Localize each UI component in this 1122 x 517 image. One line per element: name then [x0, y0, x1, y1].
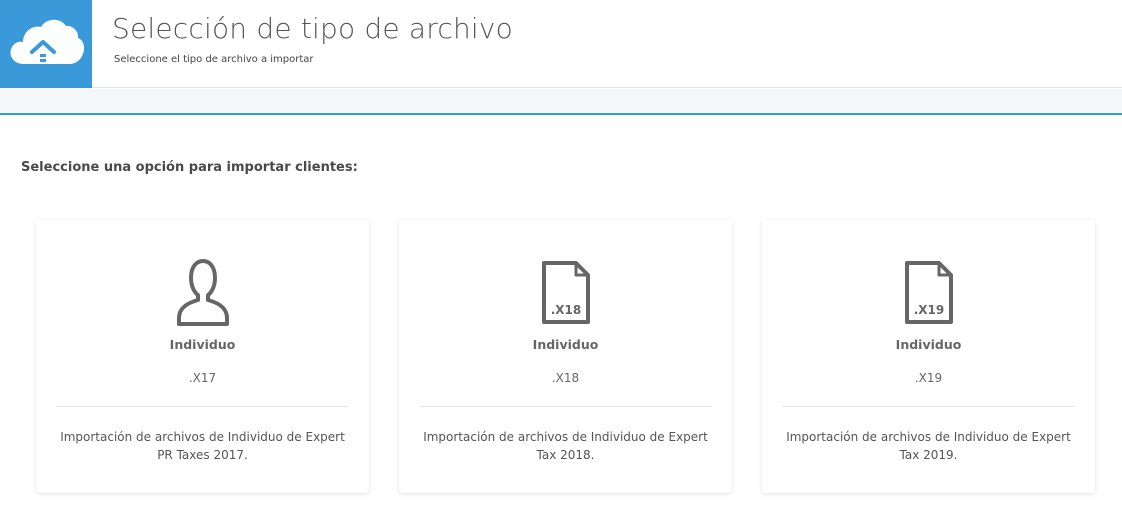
file-icon-label: .X19: [913, 303, 944, 317]
person-icon: [176, 259, 229, 326]
card-description: Importación de archivos de Individuo de …: [786, 430, 1071, 462]
card-title: Individuo: [895, 337, 962, 352]
cloud-upload-icon: [10, 19, 85, 64]
app-logo: [0, 0, 92, 88]
page-subtitle: Seleccione el tipo de archivo a importar: [114, 54, 314, 65]
card-divider: [56, 406, 349, 407]
section-heading: Seleccione una opción para importar clie…: [21, 160, 358, 175]
file-icon-label: .X18: [550, 303, 581, 317]
page-title: Selección de tipo de archivo: [112, 12, 513, 45]
card-title: Individuo: [532, 337, 599, 352]
card-description: Importación de archivos de Individuo de …: [423, 430, 708, 462]
import-option-card-x18[interactable]: .X18 Individuo .X18 Importación de archi…: [399, 220, 732, 493]
card-extension: .X19: [914, 371, 943, 385]
page-header: Selección de tipo de archivo Seleccione …: [0, 0, 1122, 88]
file-x18-icon: .X18: [541, 261, 590, 324]
import-option-card-x17[interactable]: Individuo .X17 Importación de archivos d…: [36, 220, 369, 493]
card-description: Importación de archivos de Individuo de …: [60, 430, 345, 462]
card-divider: [419, 406, 712, 407]
import-option-card-x19[interactable]: .X19 Individuo .X19 Importación de archi…: [762, 220, 1095, 493]
toolbar-band: [0, 89, 1122, 113]
card-extension: .X17: [188, 371, 217, 385]
file-x19-icon: .X19: [904, 261, 953, 324]
card-title: Individuo: [169, 337, 236, 352]
accent-divider: [0, 113, 1122, 115]
card-divider: [782, 406, 1075, 407]
card-extension: .X18: [551, 371, 580, 385]
